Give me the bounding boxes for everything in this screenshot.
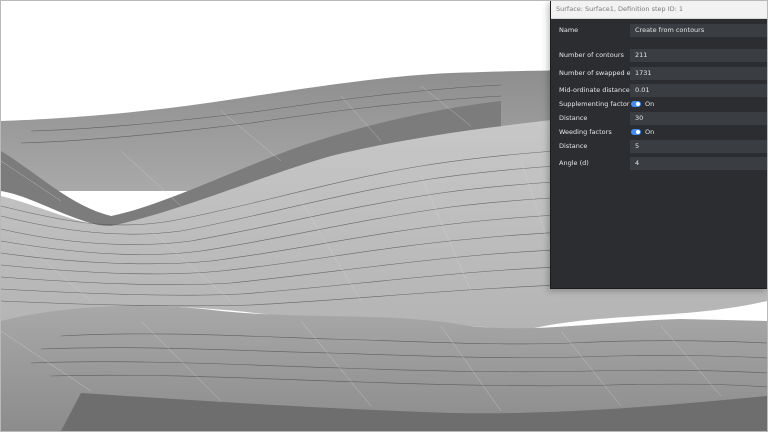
number-of-swapped-edges-row: Number of swapped edges 1731 — [551, 67, 767, 80]
distance-field[interactable]: 30 — [630, 112, 767, 125]
supplementing-factor-state: On — [645, 100, 655, 108]
properties-panel: Surface: Surface1, Definition step ID: 1… — [550, 1, 767, 289]
weeding-factors-state: On — [645, 128, 655, 136]
weeding-factors-row: Weeding factors On — [551, 126, 767, 139]
supplementing-factor-label: Supplementing factor — [559, 100, 630, 108]
name-row: Name Create from contours — [551, 24, 767, 37]
supplementing-factor-toggle[interactable]: On — [631, 101, 654, 108]
toggle-switch-icon — [631, 101, 641, 107]
angle-field[interactable]: 4 — [630, 157, 767, 170]
toggle-switch-icon — [631, 129, 641, 135]
weeding-distance-row: Distance 5 — [551, 140, 767, 153]
weeding-distance-label: Distance — [559, 142, 588, 150]
angle-label: Angle (d) — [559, 159, 589, 167]
mid-ordinate-distance-row: Mid-ordinate distance 0.01 — [551, 84, 767, 97]
distance-row: Distance 30 — [551, 112, 767, 125]
name-label: Name — [559, 26, 579, 34]
weeding-distance-field[interactable]: 5 — [630, 140, 767, 153]
application-window: Surface: Surface1, Definition step ID: 1… — [0, 0, 768, 432]
distance-label: Distance — [559, 114, 588, 122]
number-of-contours-field[interactable]: 211 — [630, 49, 767, 62]
number-of-contours-label: Number of contours — [559, 51, 624, 59]
mid-ordinate-distance-label: Mid-ordinate distance — [559, 86, 630, 94]
mid-ordinate-distance-field[interactable]: 0.01 — [630, 84, 767, 97]
supplementing-factor-row: Supplementing factor On — [551, 98, 767, 111]
name-field[interactable]: Create from contours — [630, 24, 767, 37]
weeding-factors-toggle[interactable]: On — [631, 129, 654, 136]
number-of-swapped-edges-field[interactable]: 1731 — [630, 67, 767, 80]
panel-title: Surface: Surface1, Definition step ID: 1 — [551, 1, 767, 19]
angle-row: Angle (d) 4 — [551, 157, 767, 170]
number-of-contours-row: Number of contours 211 — [551, 49, 767, 62]
weeding-factors-label: Weeding factors — [559, 128, 612, 136]
